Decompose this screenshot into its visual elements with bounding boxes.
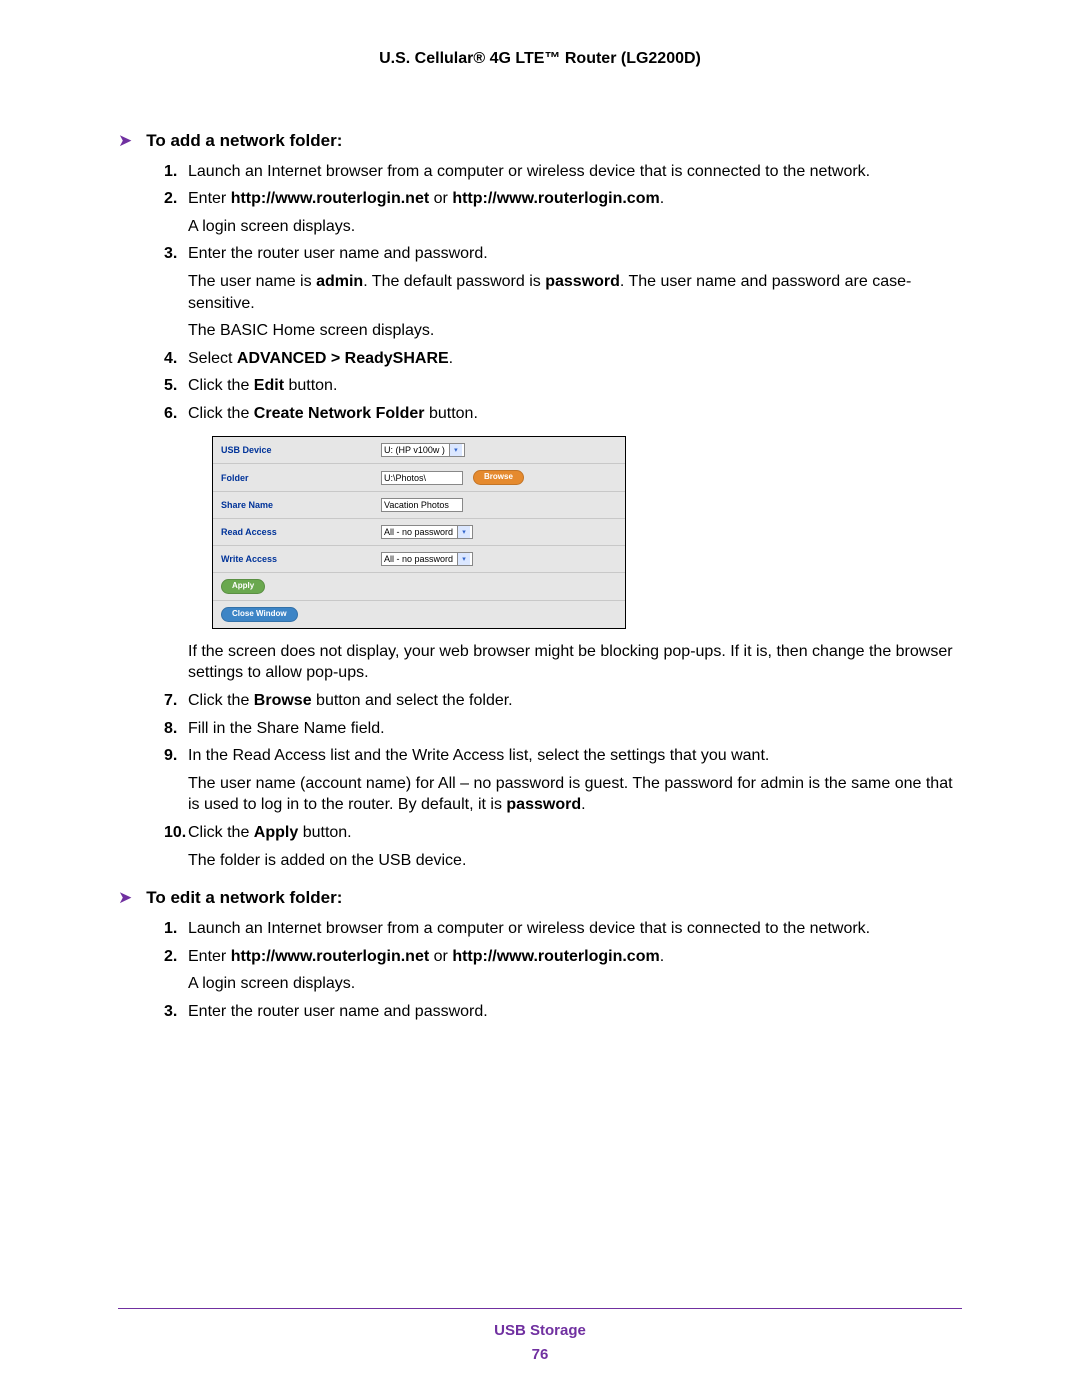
step-text: Click the Apply button. (188, 824, 352, 841)
dialog-row-share-name: Share Name Vacation Photos (213, 492, 625, 519)
step-item: 2. Enter http://www.routerlogin.net or h… (164, 946, 962, 995)
step-item: 2. Enter http://www.routerlogin.net or h… (164, 188, 962, 237)
step-para: A login screen displays. (188, 973, 962, 995)
footer-divider (118, 1308, 962, 1309)
step-item: 3. Enter the router user name and passwo… (164, 1001, 962, 1023)
step-number: 1. (164, 918, 177, 940)
step-number: 1. (164, 161, 177, 183)
apply-button[interactable]: Apply (221, 579, 265, 594)
browse-button[interactable]: Browse (473, 470, 524, 485)
step-number: 8. (164, 718, 177, 740)
close-window-button[interactable]: Close Window (221, 607, 298, 622)
step-item: 1. Launch an Internet browser from a com… (164, 161, 962, 183)
chevron-right-icon: ➤ (118, 132, 132, 149)
read-access-select[interactable]: All - no password▾ (381, 525, 473, 539)
step-item: 9. In the Read Access list and the Write… (164, 745, 962, 816)
chevron-right-icon: ➤ (118, 889, 132, 906)
dialog-label: USB Device (221, 444, 381, 456)
chevron-down-icon: ▾ (449, 444, 462, 456)
step-text: Click the Browse button and select the f… (188, 692, 513, 709)
steps-edit: 1. Launch an Internet browser from a com… (164, 918, 962, 1022)
step-item: 8. Fill in the Share Name field. (164, 718, 962, 740)
dialog-row-close: Close Window (213, 601, 625, 628)
step-number: 10. (164, 822, 186, 844)
create-network-folder-dialog: USB Device U: (HP v100w )▾ Folder U:\Pho… (212, 436, 626, 628)
section-heading-edit-label: To edit a network folder: (146, 887, 342, 910)
step-para: The BASIC Home screen displays. (188, 320, 962, 342)
dialog-row-write-access: Write Access All - no password▾ (213, 546, 625, 573)
usb-device-select[interactable]: U: (HP v100w )▾ (381, 443, 465, 457)
footer-page-number: 76 (118, 1345, 962, 1365)
dialog-row-folder: Folder U:\Photos\ Browse (213, 464, 625, 492)
step-item: 7. Click the Browse button and select th… (164, 690, 962, 712)
step-para: If the screen does not display, your web… (188, 643, 953, 682)
step-para: The user name is admin. The default pass… (188, 271, 962, 314)
step-item: 10. Click the Apply button. The folder i… (164, 822, 962, 871)
step-text: Enter http://www.routerlogin.net or http… (188, 948, 664, 965)
dialog-row-read-access: Read Access All - no password▾ (213, 519, 625, 546)
step-para: The user name (account name) for All – n… (188, 773, 962, 816)
dialog-row-apply: Apply (213, 573, 625, 601)
dialog-label: Read Access (221, 526, 381, 538)
step-text: Enter the router user name and password. (188, 1003, 488, 1020)
folder-input[interactable]: U:\Photos\ (381, 471, 463, 485)
step-number: 2. (164, 946, 177, 968)
step-item: 6. Click the Create Network Folder butto… (164, 403, 962, 684)
section-heading-edit: ➤ To edit a network folder: (118, 887, 962, 910)
step-text: Click the Create Network Folder button. (188, 405, 478, 422)
step-number: 4. (164, 348, 177, 370)
dialog-label: Share Name (221, 499, 381, 511)
step-number: 3. (164, 1001, 177, 1023)
step-item: 1. Launch an Internet browser from a com… (164, 918, 962, 940)
step-text: Select ADVANCED > ReadySHARE. (188, 350, 453, 367)
step-text: Click the Edit button. (188, 377, 337, 394)
step-number: 7. (164, 690, 177, 712)
page-footer: USB Storage 76 (118, 1308, 962, 1366)
step-text: Enter http://www.routerlogin.net or http… (188, 190, 664, 207)
step-number: 6. (164, 403, 177, 425)
step-number: 9. (164, 745, 177, 767)
dialog-label: Folder (221, 472, 381, 484)
step-item: 4. Select ADVANCED > ReadySHARE. (164, 348, 962, 370)
step-item: 5. Click the Edit button. (164, 375, 962, 397)
step-number: 3. (164, 243, 177, 265)
chevron-down-icon: ▾ (457, 553, 470, 565)
step-number: 5. (164, 375, 177, 397)
step-para: A login screen displays. (188, 216, 962, 238)
share-name-input[interactable]: Vacation Photos (381, 498, 463, 512)
dialog-row-usb-device: USB Device U: (HP v100w )▾ (213, 437, 625, 464)
section-heading-add: ➤ To add a network folder: (118, 130, 962, 153)
step-number: 2. (164, 188, 177, 210)
step-item: 3. Enter the router user name and passwo… (164, 243, 962, 341)
section-heading-add-label: To add a network folder: (146, 130, 342, 153)
step-text: Launch an Internet browser from a comput… (188, 163, 870, 180)
chevron-down-icon: ▾ (457, 526, 470, 538)
steps-add: 1. Launch an Internet browser from a com… (164, 161, 962, 872)
step-para: The folder is added on the USB device. (188, 850, 962, 872)
page-header-title: U.S. Cellular® 4G LTE™ Router (LG2200D) (118, 48, 962, 70)
footer-section-title: USB Storage (118, 1321, 962, 1341)
step-text: Enter the router user name and password. (188, 245, 488, 262)
step-text: In the Read Access list and the Write Ac… (188, 747, 769, 764)
step-text: Fill in the Share Name field. (188, 720, 385, 737)
dialog-label: Write Access (221, 553, 381, 565)
write-access-select[interactable]: All - no password▾ (381, 552, 473, 566)
step-text: Launch an Internet browser from a comput… (188, 920, 870, 937)
